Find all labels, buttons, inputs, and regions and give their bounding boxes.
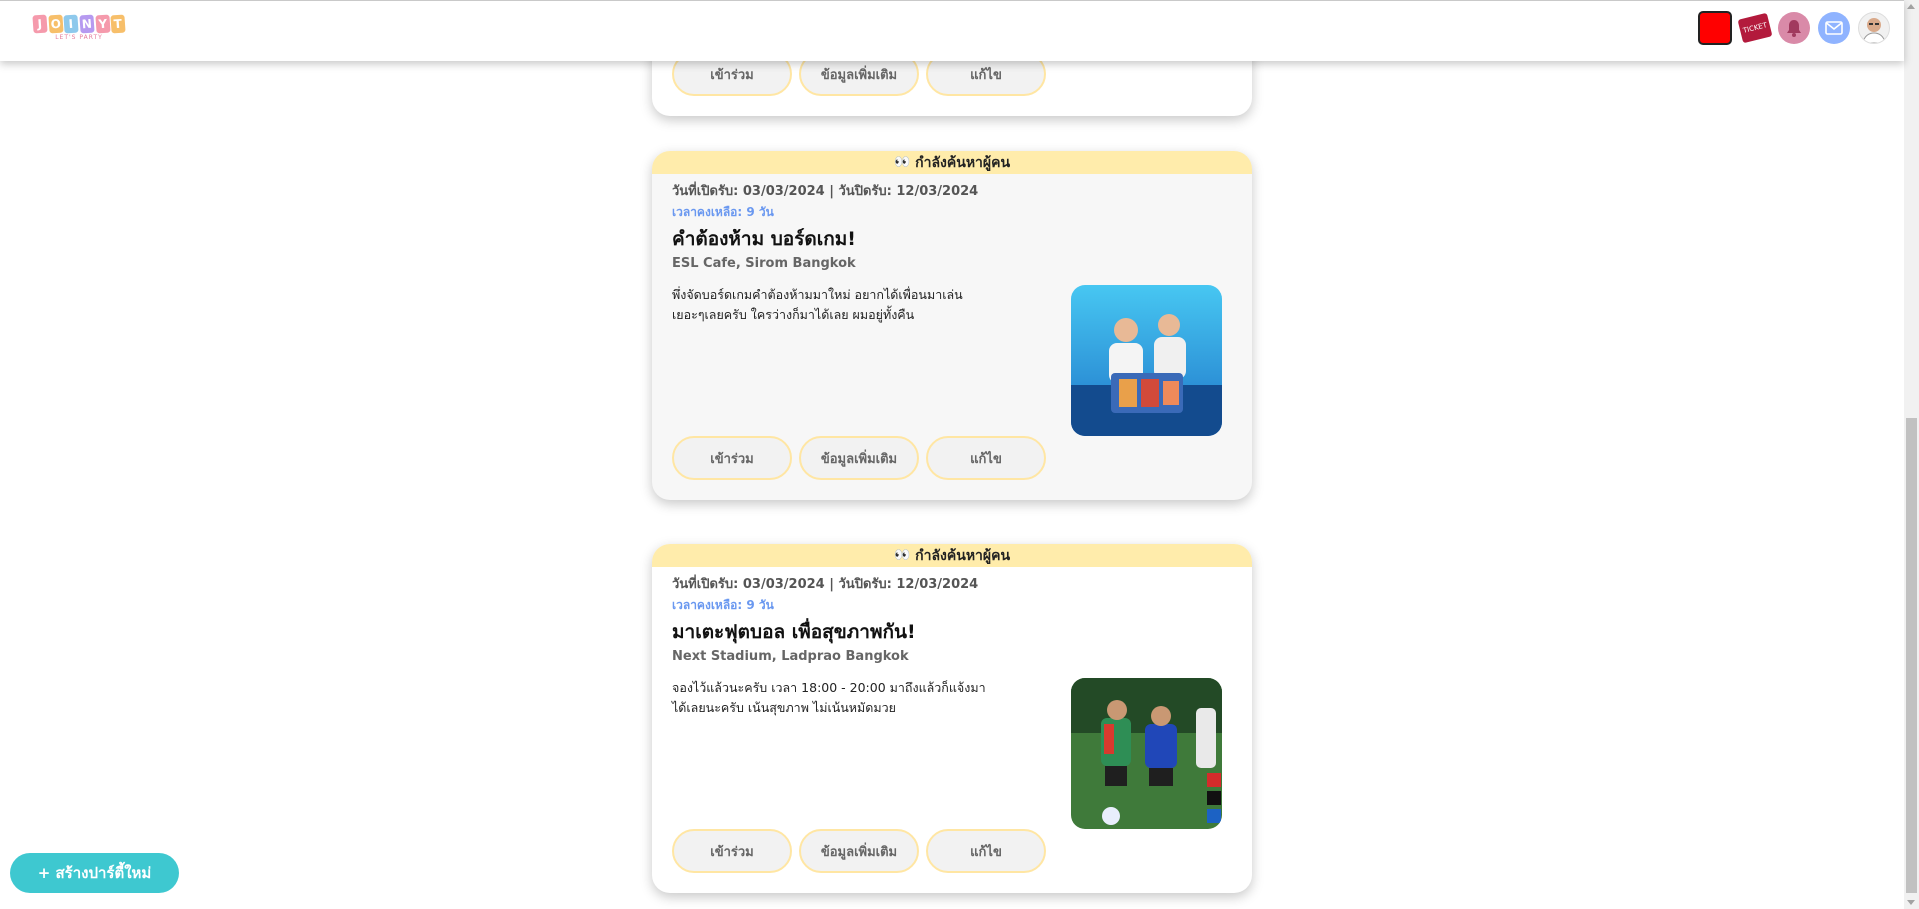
create-party-button[interactable]: + สร้างปาร์ตี้ใหม่: [10, 853, 179, 893]
party-description: จองไว้แล้วนะครับ เวลา 18:00 - 20:00 มาถึ…: [672, 680, 986, 715]
card-dates: วันที่เปิดรับ: 03/03/2024 | วันปิดรับ: 1…: [672, 577, 979, 592]
status-text: กำลังค้นหาผู้คน: [915, 154, 1011, 171]
scroll-up-arrow-icon[interactable]: [1907, 4, 1915, 9]
joinyt-logo[interactable]: J O I N Y T LET'S PARTY: [32, 14, 126, 45]
party-title: คำต้องห้าม บอร์ดเกม!: [672, 228, 856, 250]
party-description: พึ่งจัดบอร์ดเกมคำต้องห้ามมาใหม่ อยากได้เ…: [672, 287, 963, 322]
logo-letter: N: [79, 14, 95, 34]
party-title: มาเตะฟุตบอล เพื่อสุขภาพกัน!: [672, 621, 916, 643]
join-button[interactable]: เข้าร่วม: [672, 829, 792, 873]
party-location: ESL Cafe, Sirom Bangkok: [672, 256, 856, 271]
party-card: 👀 กำลังค้นหาผู้คน วันที่เปิดรับ: 03/03/2…: [652, 151, 1252, 500]
time-remaining: เวลาคงเหลือ: 9 วัน: [672, 598, 774, 612]
ticket-icon-label: TICKET: [1742, 21, 1768, 35]
join-button[interactable]: เข้าร่วม: [672, 436, 792, 480]
time-remaining: เวลาคงเหลือ: 9 วัน: [672, 205, 774, 219]
red-square-icon[interactable]: [1698, 11, 1732, 45]
party-location: Next Stadium, Ladprao Bangkok: [672, 649, 909, 664]
party-image-football: [1071, 678, 1222, 829]
user-avatar[interactable]: [1858, 12, 1890, 44]
logo-subtitle: LET'S PARTY: [55, 34, 103, 41]
party-card: 👀 กำลังค้นหาผู้คน วันที่เปิดรับ: 03/03/2…: [652, 544, 1252, 893]
status-text: กำลังค้นหาผู้คน: [915, 547, 1011, 564]
more-info-button[interactable]: ข้อมูลเพิ่มเติม: [799, 829, 919, 873]
page-scrollbar[interactable]: [1904, 0, 1919, 909]
scroll-thumb[interactable]: [1906, 418, 1917, 893]
logo-letter: O: [48, 14, 63, 34]
logo-letter: I: [63, 14, 79, 34]
card-dates: วันที่เปิดรับ: 03/03/2024 | วันปิดรับ: 1…: [672, 184, 979, 199]
edit-button[interactable]: แก้ไข: [926, 436, 1046, 480]
status-bar: 👀 กำลังค้นหาผู้คน: [652, 151, 1252, 174]
edit-button[interactable]: แก้ไข: [926, 829, 1046, 873]
logo-letter: T: [110, 14, 126, 34]
scroll-down-arrow-icon[interactable]: [1907, 900, 1915, 905]
card-actions: เข้าร่วม ข้อมูลเพิ่มเติม แก้ไข: [672, 436, 1046, 480]
card-body: วันที่เปิดรับ: 03/03/2024 | วันปิดรับ: 1…: [652, 567, 1252, 893]
eyes-icon: 👀: [893, 155, 910, 170]
card-actions: เข้าร่วม ข้อมูลเพิ่มเติม แก้ไข: [672, 829, 1046, 873]
party-image-boardgame: [1071, 285, 1222, 436]
top-navbar: J O I N Y T LET'S PARTY TICKET: [0, 0, 1904, 61]
ticket-icon[interactable]: TICKET: [1737, 12, 1773, 44]
mail-icon[interactable]: [1818, 12, 1850, 44]
more-info-button[interactable]: ข้อมูลเพิ่มเติม: [799, 436, 919, 480]
eyes-icon: 👀: [893, 548, 910, 563]
status-bar: 👀 กำลังค้นหาผู้คน: [652, 544, 1252, 567]
logo-letters: J O I N Y T: [32, 14, 126, 34]
bell-icon[interactable]: [1778, 12, 1810, 44]
header-actions: TICKET: [1698, 11, 1890, 45]
logo-letter: J: [32, 14, 48, 34]
logo-letter: Y: [95, 14, 110, 34]
card-body: วันที่เปิดรับ: 03/03/2024 | วันปิดรับ: 1…: [652, 174, 1252, 500]
